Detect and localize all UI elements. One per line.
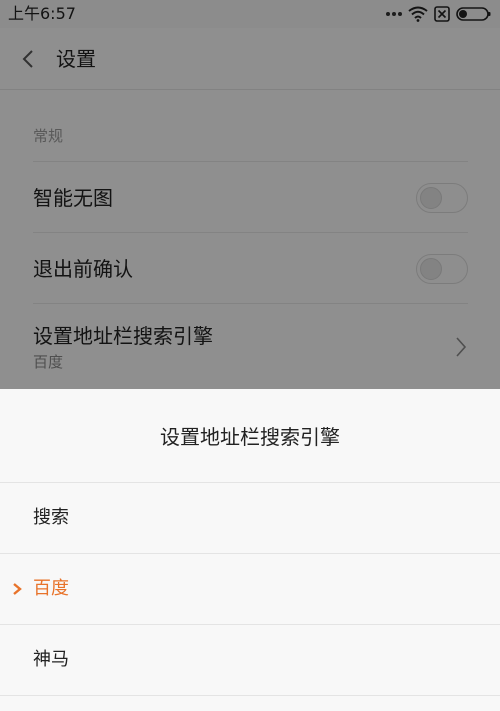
search-engine-sheet: 设置地址栏搜索引擎 搜索 百度 神马 [0,389,500,711]
option-shenma[interactable]: 神马 [0,624,500,695]
option-label: 搜索 [33,507,69,528]
option-divider [0,695,500,711]
option-label: 百度 [33,578,69,599]
selected-chevron-icon [13,583,22,595]
option-baidu[interactable]: 百度 [0,553,500,624]
option-search[interactable]: 搜索 [0,482,500,553]
sheet-title: 设置地址栏搜索引擎 [160,425,340,449]
dim-overlay[interactable] [0,0,500,389]
option-label: 神马 [33,649,69,670]
